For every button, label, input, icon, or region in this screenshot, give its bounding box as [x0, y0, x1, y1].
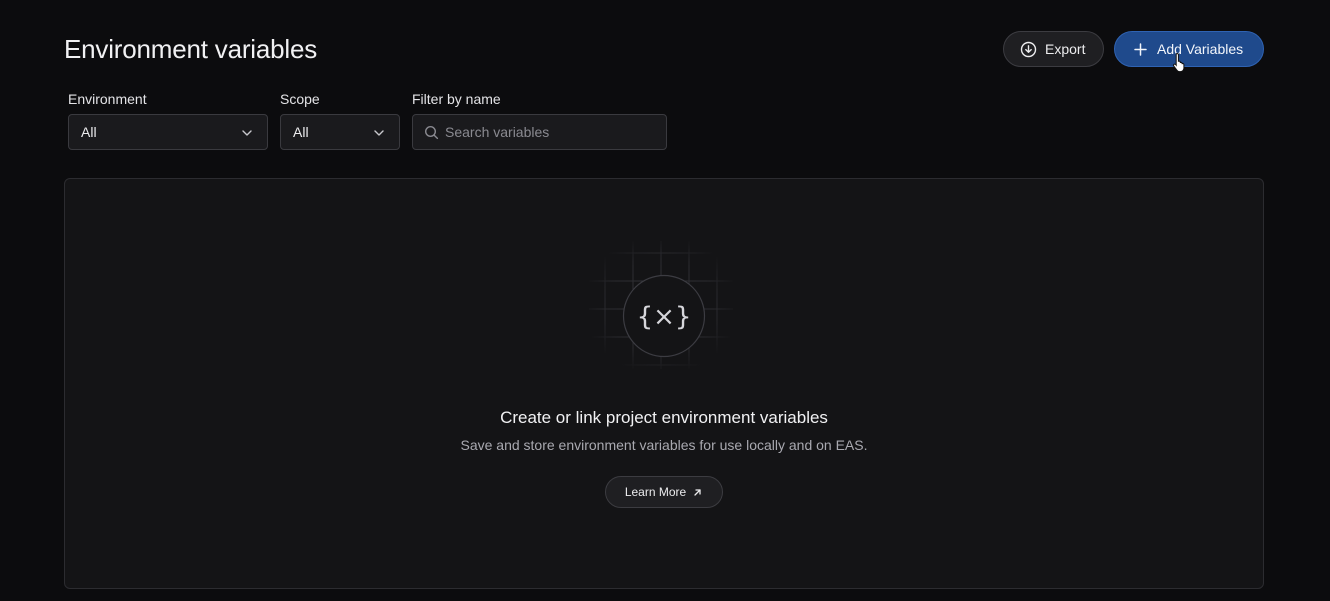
svg-text:{×}: {×}	[637, 302, 692, 332]
search-input[interactable]	[445, 115, 660, 149]
variable-braces-icon: {×}	[589, 241, 733, 369]
page-title: Environment variables	[64, 34, 318, 64]
scope-filter-label: Scope	[280, 91, 320, 107]
environment-filter-label: Environment	[68, 91, 147, 107]
chevron-down-icon	[242, 130, 252, 136]
scope-select-value: All	[293, 124, 309, 140]
plus-icon	[1132, 41, 1149, 58]
name-filter-label: Filter by name	[412, 91, 501, 107]
learn-more-label: Learn More	[624, 485, 687, 499]
chevron-down-icon	[374, 130, 384, 136]
environment-select[interactable]: All	[68, 114, 268, 150]
empty-state-description: Save and store environment variables for…	[460, 437, 868, 453]
download-circle-icon	[1020, 41, 1037, 58]
export-button-label: Export	[1045, 41, 1086, 57]
empty-state-title: Create or link project environment varia…	[500, 408, 828, 427]
search-icon	[424, 125, 439, 140]
empty-state-panel: {×} Create or link project environment v…	[64, 178, 1264, 589]
environment-select-value: All	[81, 124, 97, 140]
arrow-up-right-icon	[692, 487, 703, 498]
scope-select[interactable]: All	[280, 114, 400, 150]
export-button[interactable]: Export	[1003, 31, 1104, 67]
add-variables-button[interactable]: Add Variables	[1114, 31, 1264, 67]
add-variables-button-label: Add Variables	[1157, 41, 1244, 57]
environment-variables-page: Environment variables Export Add Variabl…	[0, 0, 1330, 601]
search-field	[412, 114, 667, 150]
hand-pointer-cursor-icon	[1173, 52, 1185, 72]
learn-more-button[interactable]: Learn More	[605, 476, 723, 508]
